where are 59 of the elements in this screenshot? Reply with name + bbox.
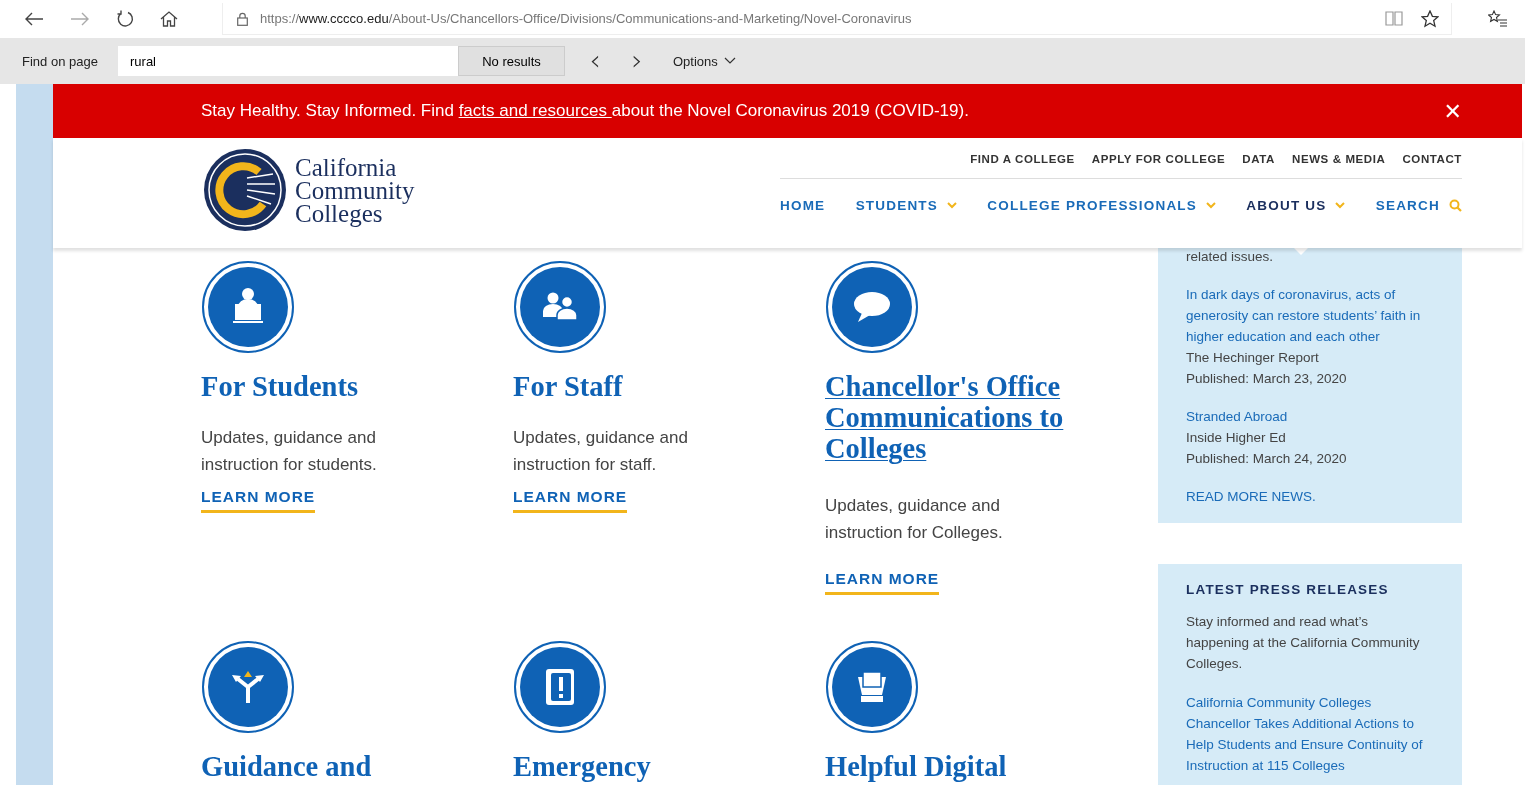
press-heading: LATEST PRESS RELEASES bbox=[1186, 582, 1390, 597]
news-link[interactable]: Stranded Abroad bbox=[1186, 406, 1434, 427]
alert-icon bbox=[514, 641, 606, 733]
previous-button[interactable]: ‹ bbox=[583, 47, 607, 75]
find-label: Find on page bbox=[22, 53, 99, 69]
nav-link[interactable]: HOME bbox=[780, 198, 826, 213]
news-date: Published: March 24, 2020 bbox=[1186, 450, 1348, 468]
press-intro: Stay informed and read what’s happening at the California Community Colleges. bbox=[1186, 613, 1421, 673]
utility-link[interactable]: NEWS & MEDIA bbox=[1292, 153, 1386, 178]
nav-link[interactable]: STUDENTS bbox=[855, 198, 957, 213]
speech-bubble-icon bbox=[826, 261, 918, 353]
lock-icon bbox=[237, 11, 248, 26]
learn-more-link[interactable]: LEARN MORE bbox=[201, 488, 316, 513]
home-icon[interactable] bbox=[160, 10, 178, 28]
card-title-link[interactable]: Chancellor's Office Communications to Colleges bbox=[825, 371, 1105, 464]
utility-link[interactable]: CONTACT bbox=[1402, 153, 1462, 178]
logo-text[interactable]: California Community Colleges bbox=[295, 155, 415, 225]
learn-more-link[interactable]: LEARN MORE bbox=[513, 488, 628, 513]
resources-link[interactable]: facts and resources bbox=[458, 101, 612, 120]
close-button[interactable]: ✕ bbox=[1443, 98, 1462, 124]
card-description: Updates, guidance and instruction for staff. bbox=[513, 427, 689, 476]
address-bar[interactable]: https://www.cccco.edu/About-Us/Chancellors-Office/Divisions/Communications-and-Marketing/Novel-Coronavirus bbox=[222, 3, 1452, 35]
card-title: Emergency bbox=[513, 751, 652, 782]
person-laptop-icon bbox=[202, 261, 294, 353]
card-title: For Students bbox=[201, 371, 360, 402]
star-icon[interactable] bbox=[1421, 9, 1439, 28]
press-link[interactable]: California Community Colleges Chancellor Takes Additional Actions to Help Students and Ensure Continuity of Instruction at 115 Colleges bbox=[1186, 692, 1434, 776]
card-description: Updates, guidance and instruction for students. bbox=[201, 427, 378, 476]
nav-link[interactable]: ABOUT US bbox=[1246, 198, 1346, 213]
news-date: Published: March 23, 2020 bbox=[1186, 370, 1348, 388]
news-source: The Hechinger Report bbox=[1186, 349, 1320, 367]
url-text: https://www.cccco.edu/About-Us/Chancellors-Office/Divisions/Communications-and-Marketing/Novel-Coronavirus bbox=[260, 11, 913, 26]
chevron-down-icon bbox=[723, 57, 736, 65]
find-result: No results bbox=[458, 46, 565, 76]
refresh-icon[interactable] bbox=[116, 10, 134, 28]
logo-icon[interactable] bbox=[203, 148, 287, 232]
utility-link[interactable]: APPLY FOR COLLEGE bbox=[1091, 153, 1226, 178]
people-icon bbox=[514, 261, 606, 353]
card-description: Updates, guidance and instruction for Colleges. bbox=[825, 495, 1004, 544]
news-link[interactable]: In dark days of coronavirus, acts of generosity can restore students’ faith in higher education and each other bbox=[1186, 284, 1434, 347]
back-icon[interactable] bbox=[24, 11, 44, 27]
read-more-link[interactable]: READ MORE NEWS. bbox=[1186, 486, 1434, 507]
favorites-icon[interactable] bbox=[1488, 10, 1508, 28]
card-title: Guidance and bbox=[201, 751, 373, 782]
learn-more-link[interactable]: LEARN MORE bbox=[825, 570, 940, 595]
find-field[interactable]: rural bbox=[118, 46, 458, 76]
utility-link[interactable]: DATA bbox=[1242, 153, 1275, 178]
search-icon bbox=[1448, 199, 1462, 212]
news-source: Inside Higher Ed bbox=[1186, 429, 1287, 447]
documents-icon bbox=[826, 641, 918, 733]
banner-message: Stay Healthy. Stay Informed. Find facts and resources about the Novel Coronavirus 2019 (COVID-19). bbox=[201, 101, 970, 121]
nav-link[interactable]: SEARCH bbox=[1375, 198, 1462, 213]
options-button[interactable]: Options bbox=[667, 52, 742, 70]
news-text: related issues. bbox=[1186, 248, 1274, 266]
card-title: Helpful Digital bbox=[825, 751, 1008, 782]
utility-link[interactable]: FIND A COLLEGE bbox=[970, 153, 1075, 178]
nav-link[interactable]: COLLEGE PROFESSIONALS bbox=[987, 198, 1216, 213]
card-title: For Staff bbox=[513, 371, 624, 402]
next-button[interactable]: › bbox=[625, 47, 649, 75]
